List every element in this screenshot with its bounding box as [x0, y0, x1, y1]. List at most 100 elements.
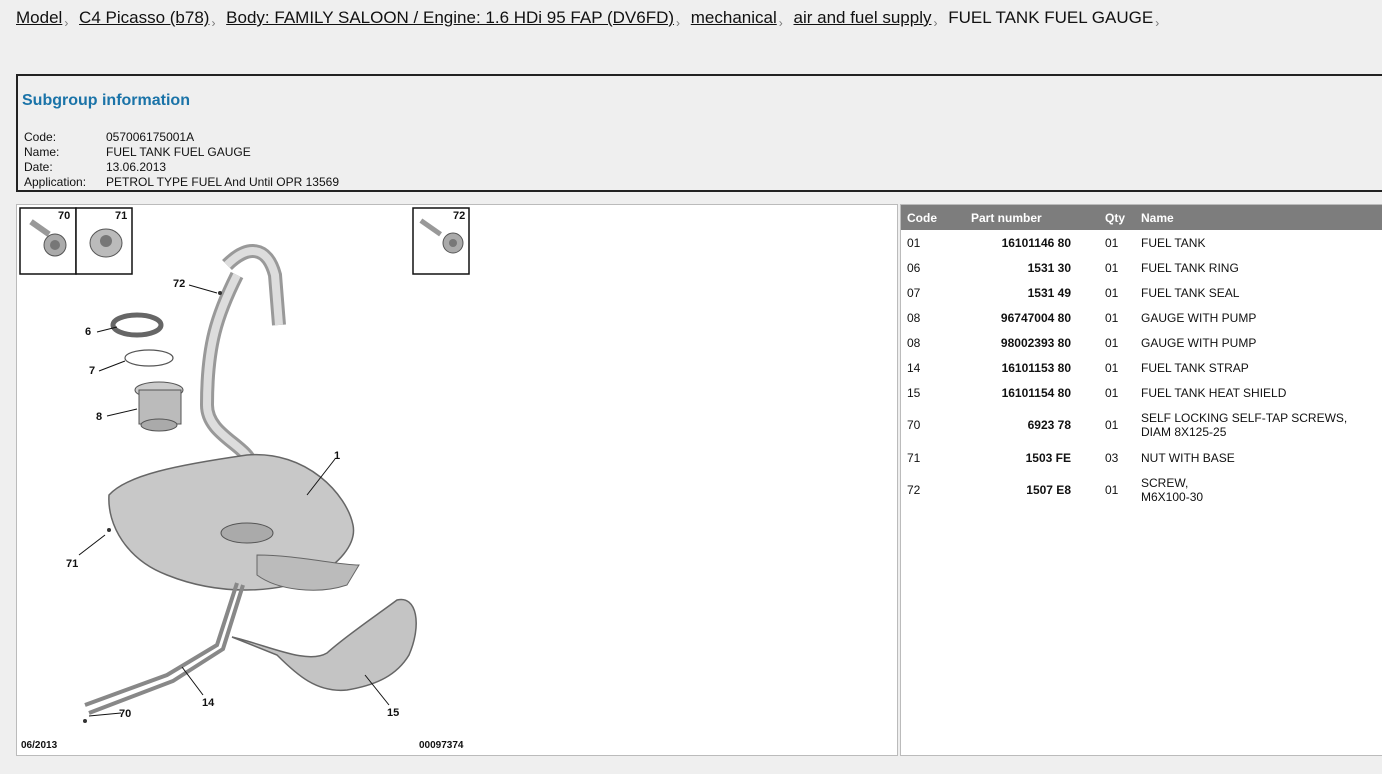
row-code: 08: [907, 310, 921, 325]
row-part-number[interactable]: 98002393 80: [967, 330, 1071, 355]
subgroup-details: Code: 057006175001A Name: FUEL TANK FUEL G…: [24, 130, 339, 190]
row-part-number[interactable]: 16101146 80: [967, 230, 1071, 255]
table-row[interactable]: 07 1531 49 01 FUEL TANK SEAL: [901, 280, 1382, 305]
inset-label-72: 72: [453, 210, 465, 222]
application-value: PETROL TYPE FUEL And Until OPR 13569: [106, 175, 339, 189]
row-name-text: SELF LOCKING SELF-TAP SCREWS,: [1141, 411, 1348, 425]
code-value: 057006175001A: [106, 130, 195, 144]
table-row[interactable]: 71 1503 FE 03 NUT WITH BASE: [901, 445, 1382, 470]
row-name-text: FUEL TANK STRAP: [1141, 360, 1249, 375]
row-code: 72: [907, 483, 921, 497]
breadcrumb: Model › C4 Picasso (b78) › Body: FAMILY SA…: [16, 8, 1165, 30]
row-qty: 01: [1105, 235, 1119, 250]
fuel-tank-seal: [124, 349, 174, 367]
row-part-number[interactable]: 96747004 80: [967, 305, 1071, 330]
row-part-number[interactable]: 16101153 80: [967, 355, 1071, 380]
row-code: 14: [907, 360, 921, 375]
nut-icon: [89, 228, 123, 258]
row-qty: 03: [1105, 450, 1119, 465]
name-label: Name:: [24, 145, 60, 159]
fuel-tank: [108, 453, 360, 591]
fuel-tank-ring: [110, 312, 164, 338]
row-name-text: SCREW,: [1141, 476, 1189, 490]
row-name-text: FUEL TANK HEAT SHIELD: [1141, 385, 1287, 400]
parts-list-panel: Code Part number Qty Name 01 16101146 80 0…: [900, 204, 1382, 756]
row-name: GAUGE WITH PUMP: [1135, 305, 1382, 330]
inset-label-70: 70: [58, 210, 70, 222]
row-code: 08: [907, 335, 921, 350]
row-name: FUEL TANK SEAL: [1135, 280, 1382, 305]
row-name: GAUGE WITH PUMP: [1135, 330, 1382, 355]
subgroup-info-panel: Subgroup information Code: 057006175001A …: [16, 74, 1382, 192]
table-row[interactable]: 15 16101154 80 01 FUEL TANK HEAT SHIELD: [901, 380, 1382, 405]
chevron-right-icon: ›: [1155, 16, 1160, 30]
fuel-tank-strap: [84, 582, 245, 715]
breadcrumb-subgroup[interactable]: air and fuel supply: [794, 8, 932, 27]
table-row[interactable]: 70 6923 78 01 SELF LOCKING SELF-TAP SCREWS,…: [901, 405, 1382, 445]
chevron-right-icon: ›: [933, 16, 938, 30]
application-label: Application:: [24, 175, 87, 189]
row-name-text-line2: M6X100-30: [1141, 490, 1204, 504]
row-code: 15: [907, 385, 921, 400]
row-part-number[interactable]: 1503 FE: [967, 445, 1071, 470]
exploded-diagram: 70 71 72 72 6 7 8 1 71 14 70 15 06/2013 …: [16, 204, 898, 756]
chevron-right-icon: ›: [676, 16, 681, 30]
row-name-text: NUT WITH BASE: [1141, 450, 1235, 465]
row-code: 07: [907, 285, 921, 300]
inset-label-71: 71: [115, 210, 127, 222]
diagram-ref-number: 00097374: [419, 740, 464, 751]
callout-14: 14: [202, 697, 215, 709]
row-qty: 01: [1105, 260, 1119, 275]
callout-70: 70: [119, 708, 131, 720]
chevron-right-icon: ›: [64, 16, 69, 30]
diagram-illustration: 70 71 72 72 6 7 8 1 71 14 70 15 06/2013 …: [19, 207, 470, 751]
table-row[interactable]: 08 98002393 80 01 GAUGE WITH PUMP: [901, 330, 1382, 355]
breadcrumb-body-engine[interactable]: Body: FAMILY SALOON / Engine: 1.6 HDi 95…: [226, 8, 674, 27]
date-value: 13.06.2013: [106, 160, 167, 174]
header-part-number[interactable]: Part number: [967, 205, 1071, 230]
table-row[interactable]: 14 16101153 80 01 FUEL TANK STRAP: [901, 355, 1382, 380]
row-name: FUEL TANK: [1135, 230, 1382, 255]
subgroup-heading: Subgroup information: [22, 92, 190, 109]
callout-71: 71: [66, 558, 78, 570]
row-part-number[interactable]: 1507 E8: [967, 470, 1071, 510]
table-row[interactable]: 01 16101146 80 01 FUEL TANK: [901, 230, 1382, 255]
header-qty[interactable]: Qty: [1071, 205, 1135, 230]
callout-72: 72: [173, 278, 185, 290]
date-label: Date:: [24, 160, 53, 174]
fuel-gauge-pump: [134, 381, 184, 432]
breadcrumb-model[interactable]: Model: [16, 8, 62, 27]
callout-7: 7: [89, 365, 95, 377]
row-name: FUEL TANK HEAT SHIELD: [1135, 380, 1382, 405]
table-row[interactable]: 06 1531 30 01 FUEL TANK RING: [901, 255, 1382, 280]
row-qty: 01: [1105, 360, 1119, 375]
callout-15: 15: [387, 707, 399, 719]
row-qty: 01: [1105, 418, 1119, 432]
callout-8: 8: [96, 411, 102, 423]
name-value: FUEL TANK FUEL GAUGE: [106, 145, 251, 159]
row-part-number[interactable]: 1531 49: [967, 280, 1071, 305]
row-name-text: GAUGE WITH PUMP: [1141, 335, 1257, 350]
header-name[interactable]: Name: [1135, 205, 1382, 230]
row-code: 70: [907, 418, 921, 432]
code-label: Code:: [24, 130, 57, 144]
fuel-tank-heat-shield: [231, 598, 417, 692]
table-row[interactable]: 08 96747004 80 01 GAUGE WITH PUMP: [901, 305, 1382, 330]
breadcrumb-vehicle[interactable]: C4 Picasso (b78): [79, 8, 209, 27]
row-qty: 01: [1105, 310, 1119, 325]
chevron-right-icon: ›: [211, 16, 216, 30]
row-part-number[interactable]: 1531 30: [967, 255, 1071, 280]
diagram-date-stamp: 06/2013: [21, 740, 58, 751]
row-part-number[interactable]: 16101154 80: [967, 380, 1071, 405]
breadcrumb-group[interactable]: mechanical: [691, 8, 777, 27]
table-row[interactable]: 72 1507 E8 01 SCREW, M6X100-30: [901, 470, 1382, 510]
row-name-text: FUEL TANK: [1141, 235, 1206, 250]
row-qty: 01: [1105, 385, 1119, 400]
breadcrumb-current: FUEL TANK FUEL GAUGE: [948, 8, 1154, 27]
callout-6: 6: [85, 326, 91, 338]
header-code[interactable]: Code: [901, 205, 967, 230]
row-part-number[interactable]: 6923 78: [967, 405, 1071, 445]
callout-1: 1: [334, 450, 340, 462]
row-name-text: FUEL TANK SEAL: [1141, 285, 1240, 300]
row-name: NUT WITH BASE: [1135, 445, 1382, 470]
